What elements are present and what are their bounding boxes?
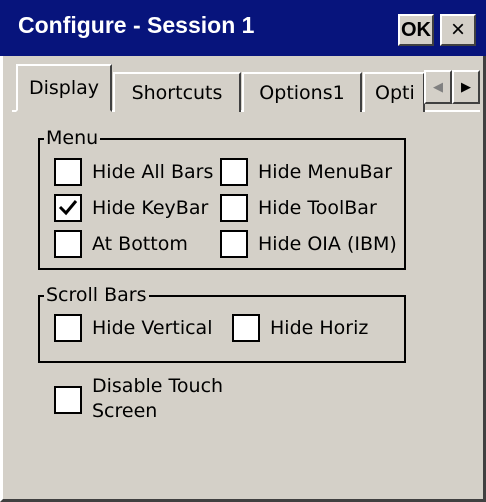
scroll-left-icon[interactable]: ◀ (424, 70, 452, 104)
checkbox-box[interactable] (54, 314, 82, 342)
disable-touch-checkbox[interactable] (54, 386, 82, 414)
disable-touch-label: Disable Touch Screen (92, 374, 223, 424)
checkbox-label: Hide Vertical (92, 317, 213, 339)
hide-vertical-checkbox[interactable]: Hide Vertical (54, 314, 212, 342)
tab-shortcuts[interactable]: Shortcuts (113, 72, 241, 112)
tab-options1[interactable]: Options1 (242, 72, 362, 112)
hide-keybar-checkbox[interactable]: Hide KeyBar (54, 194, 208, 222)
tab-scroll-arrows: ◀ ▶ (424, 70, 480, 104)
hide-toolbar-checkbox[interactable]: Hide ToolBar (220, 194, 377, 222)
tab-display[interactable]: Display (16, 64, 112, 112)
checkbox-box[interactable] (232, 314, 260, 342)
checkbox-box[interactable] (54, 230, 82, 258)
at-bottom-checkbox[interactable]: At Bottom (54, 230, 188, 258)
ok-button[interactable]: OK (398, 14, 434, 46)
window-title: Configure - Session 1 (18, 12, 255, 38)
disable-touch-label-line1: Disable Touch (92, 375, 224, 397)
checkbox-box[interactable] (220, 194, 248, 222)
menu-group-title: Menu (44, 127, 101, 149)
close-button[interactable]: × (440, 14, 476, 46)
checkbox-label: Hide OIA (IBM) (258, 233, 397, 255)
hide-oia-checkbox[interactable]: Hide OIA (IBM) (220, 230, 397, 258)
checkbox-box[interactable] (54, 158, 82, 186)
checkbox-box[interactable] (54, 194, 82, 222)
window-frame (0, 56, 486, 502)
scroll-right-icon[interactable]: ▶ (452, 70, 480, 104)
hide-horiz-checkbox[interactable]: Hide Horiz (232, 314, 368, 342)
title-bar: Configure - Session 1 OK × (0, 0, 486, 56)
checkbox-box[interactable] (220, 230, 248, 258)
checkbox-label: Hide Horiz (270, 317, 369, 339)
checkbox-label: At Bottom (92, 233, 188, 255)
checkbox-label: Hide All Bars (92, 161, 214, 183)
disable-touch-label-line2: Screen (92, 400, 158, 422)
scroll-bars-group-title: Scroll Bars (44, 284, 149, 306)
checkbox-label: Hide ToolBar (258, 197, 377, 219)
checkbox-box[interactable] (220, 158, 248, 186)
checkmark-icon (58, 200, 78, 216)
checkbox-label: Hide KeyBar (92, 197, 209, 219)
tab-options2[interactable]: Opti (363, 72, 425, 112)
hide-all-bars-checkbox[interactable]: Hide All Bars (54, 158, 213, 186)
hide-menubar-checkbox[interactable]: Hide MenuBar (220, 158, 392, 186)
checkbox-label: Hide MenuBar (258, 161, 393, 183)
